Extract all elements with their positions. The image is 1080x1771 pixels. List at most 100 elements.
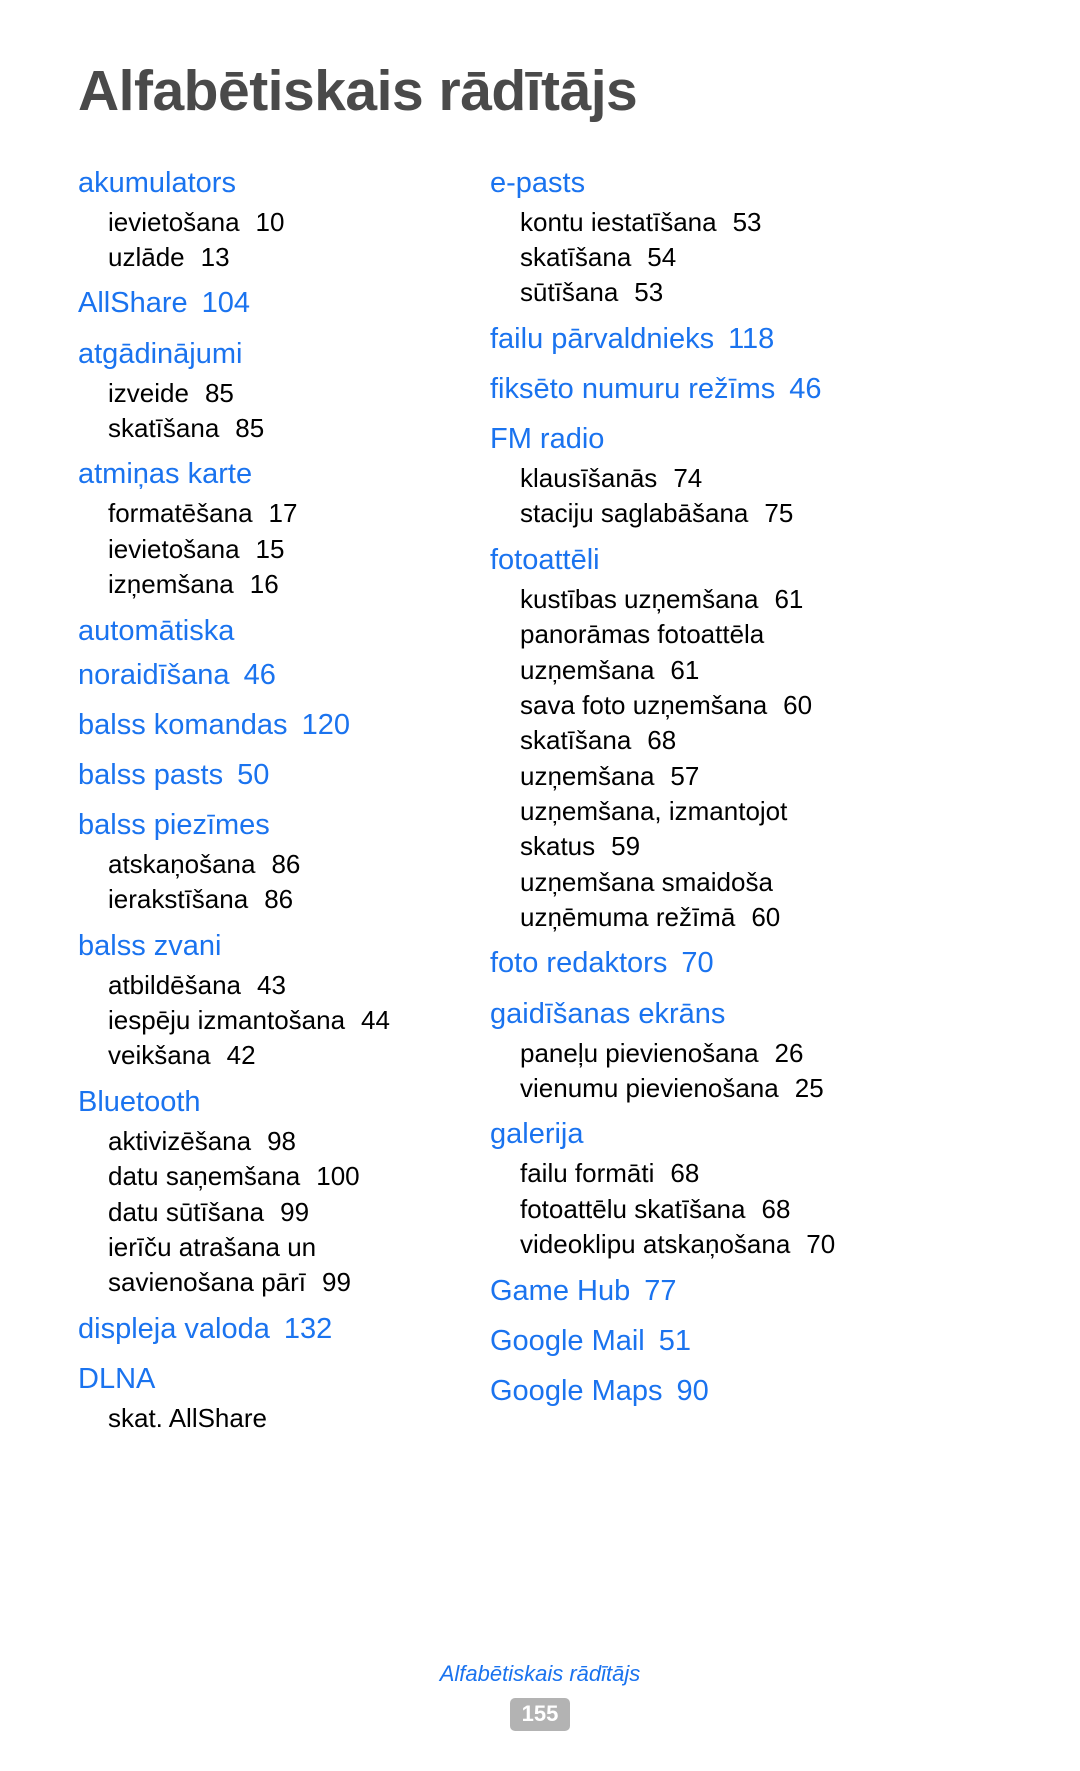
index-subentry[interactable]: izveide 85 [78, 376, 470, 411]
index-subentry-label: kontu iestatīšana [520, 206, 717, 237]
index-subentry[interactable]: paneļu pievienošana 26 [490, 1036, 970, 1071]
index-subentry[interactable]: skat. AllShare [78, 1401, 470, 1436]
index-entry-group: e-pasts kontu iestatīšana 53 skatīšana 54 sūt… [490, 161, 970, 311]
index-subentry[interactable]: ierakstīšana 86 [78, 882, 470, 917]
index-heading[interactable]: balss pasts 50 [78, 753, 470, 797]
index-entry-group: atgādinājumi izveide 85 skatīšana 85 [78, 332, 470, 447]
index-subentry[interactable]: uzņemšana 61 [490, 653, 970, 688]
index-heading-page: 104 [201, 287, 251, 320]
index-heading-label: noraidīšana [78, 658, 230, 691]
index-subentry-page: 99 [322, 1267, 351, 1298]
index-entry-group: foto redaktors 70 [490, 941, 970, 985]
index-heading[interactable]: atgādinājumi [78, 332, 470, 376]
index-heading-label: fotoattēli [490, 543, 600, 576]
index-heading[interactable]: fiksēto numuru režīms 46 [490, 367, 970, 411]
footer-title: Alfabētiskais rādītājs [439, 1661, 641, 1687]
index-subentry[interactable]: uzņēmuma režīmā 60 [490, 900, 970, 935]
index-subentry[interactable]: veikšana 42 [78, 1038, 470, 1073]
index-subentry[interactable]: uzņemšana, izmantojot [490, 794, 970, 829]
index-columns: akumulators ievietošana 10 uzlāde 13 AllShare… [0, 123, 1080, 1442]
index-subentry[interactable]: skatīšana 54 [490, 240, 970, 275]
index-subentry[interactable]: formatēšana 17 [78, 496, 470, 531]
index-subentry[interactable]: iespēju izmantošana 44 [78, 1003, 470, 1038]
index-heading[interactable]: failu pārvaldnieks 118 [490, 317, 970, 361]
index-subentry-page: 74 [673, 463, 703, 494]
index-heading-label: FM radio [490, 423, 605, 455]
index-heading[interactable]: Google Mail 51 [490, 1319, 970, 1363]
index-subentry[interactable]: skatīšana 68 [490, 723, 970, 758]
index-subentry[interactable]: datu saņemšana 100 [78, 1159, 470, 1194]
index-subentry[interactable]: izņemšana 16 [78, 567, 470, 602]
index-subentry-page: 75 [764, 498, 794, 529]
index-subentry-page: 70 [806, 1229, 836, 1260]
index-heading[interactable]: foto redaktors 70 [490, 941, 970, 985]
index-entry-group: FM radio klausīšanās 74 staciju saglabāšana… [490, 417, 970, 532]
index-heading[interactable]: balss komandas 120 [78, 703, 470, 747]
index-subentry[interactable]: uzņemšana 57 [490, 759, 970, 794]
index-heading[interactable]: Bluetooth [78, 1080, 470, 1124]
index-subentry-label: aktivizēšana [108, 1125, 252, 1156]
index-subentry[interactable]: vienumu pievienošana 25 [490, 1071, 970, 1106]
index-subentry[interactable]: ierīču atrašana un [78, 1230, 470, 1265]
index-subentry[interactable]: sava foto uzņemšana 60 [490, 688, 970, 723]
index-subentry[interactable]: atskaņošana 86 [78, 847, 470, 882]
index-subentry[interactable]: ievietošana 10 [78, 205, 470, 240]
index-heading[interactable]: displeja valoda 132 [78, 1307, 470, 1351]
index-heading[interactable]: fotoattēli [490, 538, 970, 582]
index-subentry-page: 61 [774, 583, 804, 614]
index-subentry[interactable]: ievietošana 15 [78, 532, 470, 567]
index-heading-continued[interactable]: noraidīšana 46 [78, 653, 470, 697]
index-subentry[interactable]: aktivizēšana 98 [78, 1124, 470, 1159]
index-subentry-page: 16 [249, 569, 279, 600]
index-subentry[interactable]: savienošana pārī 99 [78, 1265, 470, 1300]
index-heading[interactable]: Game Hub 77 [490, 1269, 970, 1313]
index-heading-label: atmiņas karte [78, 458, 253, 491]
index-subentry[interactable]: skatus 59 [490, 829, 970, 864]
index-heading[interactable]: gaidīšanas ekrāns [490, 992, 970, 1036]
index-subentry[interactable]: kontu iestatīšana 53 [490, 205, 970, 240]
index-heading[interactable]: automātiska [78, 609, 470, 653]
index-heading[interactable]: balss zvani [78, 924, 470, 968]
index-subentry-label: uzņemšana [520, 760, 655, 791]
index-heading[interactable]: e-pasts [490, 161, 970, 205]
index-subentry[interactable]: fotoattēlu skatīšana 68 [490, 1192, 970, 1227]
index-heading-label: foto redaktors [490, 947, 668, 980]
index-subentry-page: 86 [264, 884, 294, 915]
index-subentry-label: kustības uzņemšana [520, 583, 759, 614]
index-heading[interactable]: AllShare 104 [78, 281, 470, 325]
index-subentry-page: 53 [634, 277, 664, 308]
index-heading[interactable]: DLNA [78, 1357, 470, 1401]
index-subentry[interactable]: uzlāde 13 [78, 240, 470, 275]
page-footer: Alfabētiskais rādītājs 155 [0, 1659, 1080, 1731]
index-subentry-label: vienumu pievienošana [520, 1072, 779, 1103]
index-entry-group: balss zvani atbildēšana 43 iespēju izmantoš… [78, 924, 470, 1074]
index-entry-group: gaidīšanas ekrāns paneļu pievienošana 26 vi… [490, 992, 970, 1107]
index-subentry-label: uzņemšana smaidoša [520, 866, 773, 897]
index-entry-group: galerija failu formāti 68 fotoattēlu skatīš… [490, 1112, 970, 1262]
index-heading[interactable]: balss piezīmes [78, 803, 470, 847]
index-subentry-label: skatīšana [520, 725, 632, 756]
index-subentry[interactable]: uzņemšana smaidoša [490, 865, 970, 900]
index-subentry-label: savienošana pārī [108, 1267, 307, 1298]
index-subentry[interactable]: failu formāti 68 [490, 1156, 970, 1191]
index-heading[interactable]: Google Maps 90 [490, 1369, 970, 1413]
index-subentry[interactable]: skatīšana 85 [78, 411, 470, 446]
index-subentry[interactable]: videoklipu atskaņošana 70 [490, 1227, 970, 1262]
index-heading[interactable]: akumulators [78, 161, 470, 205]
index-subentry[interactable]: klausīšanās 74 [490, 461, 970, 496]
index-heading[interactable]: galerija [490, 1112, 970, 1156]
index-subentry-page: 17 [268, 498, 298, 529]
index-subentry[interactable]: datu sūtīšana 99 [78, 1195, 470, 1230]
index-subentry[interactable]: staciju saglabāšana 75 [490, 496, 970, 531]
index-subentry[interactable]: kustības uzņemšana 61 [490, 582, 970, 617]
index-heading-label: Google Mail [490, 1324, 645, 1357]
index-heading-page: 46 [789, 372, 822, 405]
index-subentry[interactable]: panorāmas fotoattēla [490, 617, 970, 652]
index-heading[interactable]: FM radio [490, 417, 970, 461]
index-entry-group: balss komandas 120 [78, 703, 470, 747]
index-heading[interactable]: atmiņas karte [78, 452, 470, 496]
index-heading-page: 118 [728, 322, 775, 355]
index-subentry[interactable]: atbildēšana 43 [78, 968, 470, 1003]
index-subentry[interactable]: sūtīšana 53 [490, 275, 970, 310]
index-entry-group: Bluetooth aktivizēšana 98 datu saņemšana 100… [78, 1080, 470, 1301]
